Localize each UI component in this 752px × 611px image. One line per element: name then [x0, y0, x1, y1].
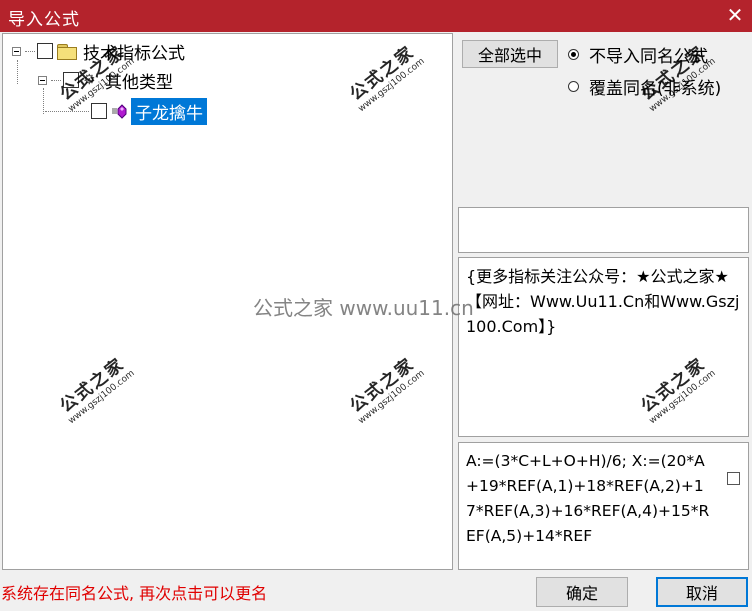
close-icon[interactable]: ✕	[724, 4, 746, 26]
tree-node-group[interactable]: ⚙ 其他类型	[38, 69, 173, 93]
tree-connector	[25, 50, 35, 52]
tree-node-label-selected: 子龙擒牛	[131, 97, 207, 125]
tree-connector	[43, 88, 44, 114]
cancel-button[interactable]: 取消	[656, 577, 748, 607]
description-text: {更多指标关注公众号：★公式之家★ 【网址：Www.Uu11.Cn和Www.Gs…	[466, 267, 740, 336]
tree-connector	[51, 79, 61, 81]
radio-no-import[interactable]: 不导入同名公式	[568, 42, 708, 67]
formula-code-text: A:=(3*C+L+O+H)/6; X:=(20*A+19*REF(A,1)+1…	[466, 452, 710, 545]
tree-node-label: 其他类型	[105, 72, 173, 93]
formula-tree[interactable]: 技术指标公式 ⚙ 其他类型 子龙擒牛	[2, 33, 453, 570]
tree-connector	[45, 110, 89, 112]
collapse-icon[interactable]	[12, 46, 21, 56]
tree-node-item[interactable]: 子龙擒牛	[45, 97, 207, 125]
tree-connector	[17, 60, 18, 84]
radio-label: 覆盖同名(非系统)	[589, 79, 722, 99]
tree-node-label: 技术指标公式	[83, 43, 185, 64]
gear-icon: ⚙	[83, 72, 96, 88]
tree-node-root[interactable]: 技术指标公式	[12, 40, 185, 64]
description-box: {更多指标关注公众号：★公式之家★ 【网址：Www.Uu11.Cn和Www.Gs…	[458, 257, 749, 437]
ok-button[interactable]: 确定	[536, 577, 628, 607]
radio-overwrite[interactable]: 覆盖同名(非系统)	[568, 74, 721, 99]
select-all-button[interactable]: 全部选中	[462, 40, 558, 68]
collapse-icon[interactable]	[38, 75, 47, 85]
radio-label: 不导入同名公式	[589, 47, 708, 67]
formula-icon	[112, 104, 127, 119]
item-checkbox[interactable]	[91, 103, 107, 119]
folder-icon	[57, 43, 77, 60]
root-checkbox[interactable]	[37, 43, 53, 59]
window-title: 导入公式	[8, 10, 80, 30]
title-bar: 导入公式 ✕	[0, 0, 752, 32]
radio-button[interactable]	[568, 81, 579, 92]
empty-info-box	[458, 207, 749, 253]
group-checkbox[interactable]	[63, 72, 79, 88]
formula-code-box[interactable]: A:=(3*C+L+O+H)/6; X:=(20*A+19*REF(A,1)+1…	[458, 442, 749, 570]
status-message: 系统存在同名公式, 再次点击可以更名	[1, 584, 268, 603]
radio-button-selected[interactable]	[568, 49, 579, 60]
formula-checkbox[interactable]	[727, 472, 740, 485]
